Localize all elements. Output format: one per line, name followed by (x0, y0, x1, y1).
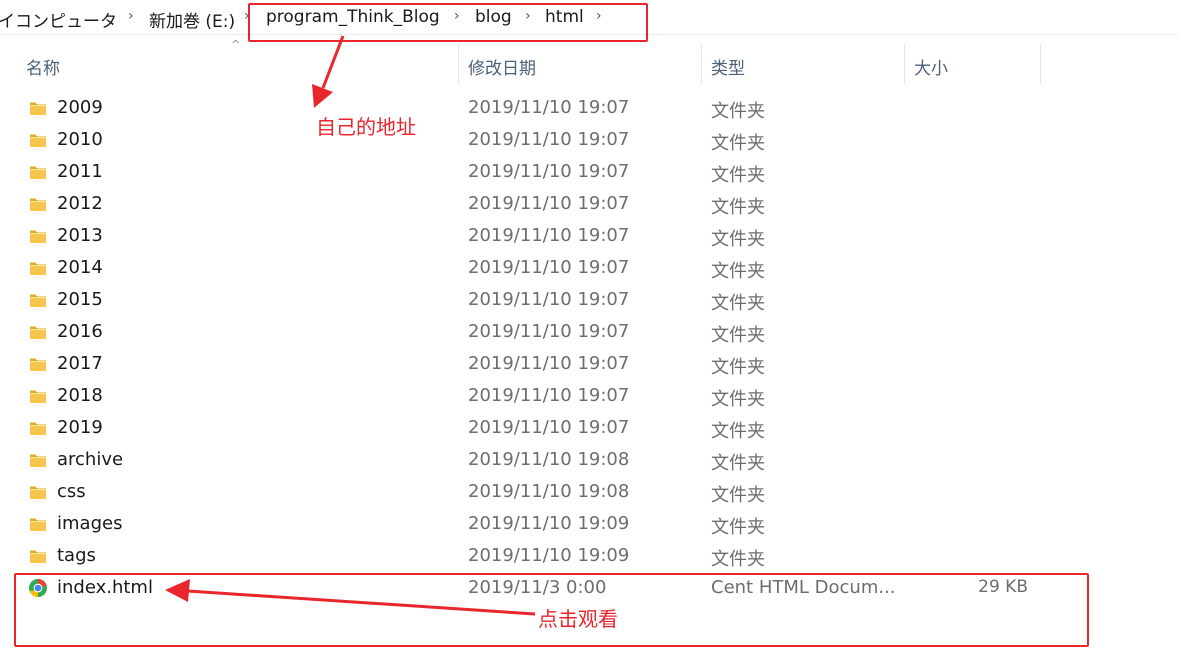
folder-row[interactable]: archive 2019/11/10 19:08 文件夹 (0, 444, 1090, 476)
item-modified-date: 2019/11/10 19:07 (468, 417, 630, 438)
folder-icon (29, 163, 47, 181)
folder-icon (29, 291, 47, 309)
folder-icon (29, 387, 47, 405)
column-divider[interactable] (904, 44, 905, 84)
folder-icon (29, 451, 47, 469)
column-header-modified[interactable]: 修改日期 (468, 54, 536, 79)
folder-row[interactable]: 2012 2019/11/10 19:07 文件夹 (0, 188, 1090, 220)
item-name[interactable]: 2017 (57, 353, 103, 374)
breadcrumb-computer[interactable]: イコンピュータ (0, 7, 117, 32)
folder-icon (29, 515, 47, 533)
annotation-own-address: 自己的地址 (316, 115, 416, 139)
column-header-type[interactable]: 类型 (711, 54, 745, 79)
item-type: 文件夹 (711, 421, 765, 442)
sort-up-icon: ^ (231, 38, 241, 51)
item-name[interactable]: 2015 (57, 289, 103, 310)
item-modified-date: 2019/11/10 19:07 (468, 193, 630, 214)
item-type: 文件夹 (711, 485, 765, 506)
item-name[interactable]: 2016 (57, 321, 103, 342)
item-modified-date: 2019/11/10 19:07 (468, 129, 630, 150)
item-name[interactable]: tags (57, 545, 96, 566)
item-name[interactable]: 2013 (57, 225, 103, 246)
item-name[interactable]: 2009 (57, 97, 103, 118)
folder-icon (29, 355, 47, 373)
item-name[interactable]: images (57, 513, 122, 534)
folder-row[interactable]: 2011 2019/11/10 19:07 文件夹 (0, 156, 1090, 188)
item-modified-date: 2019/11/10 19:09 (468, 545, 630, 566)
column-divider[interactable] (1040, 44, 1041, 84)
address-highlight-box (248, 3, 648, 42)
item-type: 文件夹 (711, 325, 765, 346)
item-modified-date: 2019/11/10 19:07 (468, 321, 630, 342)
folder-row[interactable]: 2014 2019/11/10 19:07 文件夹 (0, 252, 1090, 284)
item-modified-date: 2019/11/10 19:07 (468, 225, 630, 246)
item-name[interactable]: archive (57, 449, 123, 470)
column-header-name[interactable]: 名称 (26, 54, 60, 79)
item-type: 文件夹 (711, 389, 765, 410)
folder-row[interactable]: images 2019/11/10 19:09 文件夹 (0, 508, 1090, 540)
folder-icon (29, 323, 47, 341)
folder-icon (29, 547, 47, 565)
folder-row[interactable]: css 2019/11/10 19:08 文件夹 (0, 476, 1090, 508)
folder-icon (29, 131, 47, 149)
item-name[interactable]: 2019 (57, 417, 103, 438)
column-divider[interactable] (458, 44, 459, 84)
folder-row[interactable]: 2019 2019/11/10 19:07 文件夹 (0, 412, 1090, 444)
breadcrumb-drive-e[interactable]: 新加巻 (E:) (149, 7, 235, 32)
item-type: 文件夹 (711, 261, 765, 282)
item-modified-date: 2019/11/10 19:07 (468, 161, 630, 182)
item-type: 文件夹 (711, 229, 765, 250)
folder-row[interactable]: 2018 2019/11/10 19:07 文件夹 (0, 380, 1090, 412)
folder-icon (29, 419, 47, 437)
item-type: 文件夹 (711, 293, 765, 314)
chevron-right-icon[interactable]: › (128, 8, 134, 24)
item-modified-date: 2019/11/10 19:07 (468, 289, 630, 310)
folder-icon (29, 483, 47, 501)
item-type: 文件夹 (711, 197, 765, 218)
folder-row[interactable]: 2015 2019/11/10 19:07 文件夹 (0, 284, 1090, 316)
item-modified-date: 2019/11/10 19:08 (468, 449, 630, 470)
item-type: 文件夹 (711, 549, 765, 570)
folder-icon (29, 99, 47, 117)
column-divider[interactable] (701, 44, 702, 84)
folder-icon (29, 259, 47, 277)
column-header-size[interactable]: 大小 (914, 54, 948, 79)
item-name[interactable]: 2012 (57, 193, 103, 214)
annotation-click-to-view: 点击观看 (538, 607, 618, 631)
item-type: 文件夹 (711, 133, 765, 154)
item-type: 文件夹 (711, 101, 765, 122)
item-name[interactable]: 2014 (57, 257, 103, 278)
item-name[interactable]: 2011 (57, 161, 103, 182)
item-modified-date: 2019/11/10 19:09 (468, 513, 630, 534)
folder-row[interactable]: 2010 2019/11/10 19:07 文件夹 (0, 124, 1090, 156)
item-name[interactable]: 2010 (57, 129, 103, 150)
folder-row[interactable]: 2016 2019/11/10 19:07 文件夹 (0, 316, 1090, 348)
item-modified-date: 2019/11/10 19:07 (468, 257, 630, 278)
folder-row[interactable]: 2017 2019/11/10 19:07 文件夹 (0, 348, 1090, 380)
folder-icon (29, 195, 47, 213)
item-type: 文件夹 (711, 165, 765, 186)
item-type: 文件夹 (711, 517, 765, 538)
folder-row[interactable]: 2013 2019/11/10 19:07 文件夹 (0, 220, 1090, 252)
item-name[interactable]: css (57, 481, 86, 502)
item-type: 文件夹 (711, 357, 765, 378)
item-name[interactable]: 2018 (57, 385, 103, 406)
folder-row[interactable]: 2009 2019/11/10 19:07 文件夹 (0, 92, 1090, 124)
item-modified-date: 2019/11/10 19:07 (468, 385, 630, 406)
item-modified-date: 2019/11/10 19:07 (468, 97, 630, 118)
folder-icon (29, 227, 47, 245)
item-modified-date: 2019/11/10 19:07 (468, 353, 630, 374)
item-modified-date: 2019/11/10 19:08 (468, 481, 630, 502)
folder-row[interactable]: tags 2019/11/10 19:09 文件夹 (0, 540, 1090, 572)
item-type: 文件夹 (711, 453, 765, 474)
